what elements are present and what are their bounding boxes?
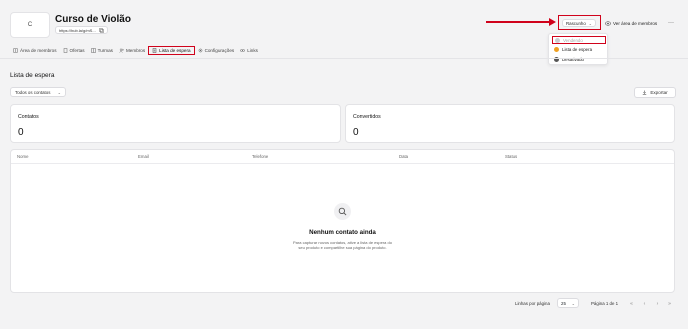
more-options-button[interactable]: ··· [665, 18, 677, 28]
tab-label: Ofertas [69, 48, 85, 53]
double-chevron-left-icon: « [630, 300, 633, 307]
chevron-down-icon: ⌄ [588, 20, 592, 26]
link-icon [240, 49, 246, 52]
status-dot-vendendo [555, 37, 560, 43]
eye-icon [605, 21, 611, 25]
tab-links[interactable]: Links [237, 46, 261, 55]
status-label: Rascunho [566, 20, 586, 26]
chevron-left-icon: ‹ [643, 300, 646, 307]
view-members-button[interactable]: Ver área de membros [605, 18, 657, 28]
contacts-stat-value: 0 [18, 127, 24, 138]
tab-lista-de-espera[interactable]: Lista de espera [148, 46, 195, 55]
copy-icon[interactable] [98, 27, 104, 33]
tab-turmas[interactable]: Turmas [88, 46, 116, 55]
course-title: Curso de Violão [55, 14, 131, 25]
course-logo: C [10, 12, 50, 38]
table-header: Nome Email Telefone Data Status [11, 150, 674, 164]
rows-per-page-select[interactable]: 25 ⌄ [557, 298, 579, 308]
converted-stat-card: Convertidos 0 [345, 104, 675, 143]
status-highlight-box: Rascunho ⌄ [558, 15, 601, 30]
status-menu-item-lista-de-espera[interactable]: Lista de espera [552, 46, 606, 54]
tab-label: Área de membros [20, 48, 57, 53]
contacts-filter-select[interactable]: Todos os contatos ⌄ [10, 87, 66, 97]
gear-icon [198, 48, 202, 53]
column-header-email[interactable]: Email [138, 154, 149, 159]
status-dropdown-button[interactable]: Rascunho ⌄ [562, 19, 596, 27]
course-url-text: https://hub.la/g/mS... [59, 27, 96, 33]
course-url-pill[interactable]: https://hub.la/g/mS... [55, 26, 108, 34]
tab-configuracoes[interactable]: Configurações [195, 46, 238, 55]
converted-stat-label: Convertidos [353, 114, 381, 120]
status-dot-lista [554, 47, 559, 52]
annotation-arrow-line [486, 21, 552, 23]
chevron-right-icon: › [656, 300, 659, 307]
status-menu-item-vendendo[interactable]: Vendendo [552, 36, 606, 44]
status-menu-item-desativado[interactable]: Desativado [552, 56, 606, 64]
column-header-data[interactable]: Data [399, 154, 408, 159]
column-header-nome[interactable]: Nome [17, 154, 28, 159]
annotation-arrow-head [549, 18, 556, 26]
tab-label: Turmas [97, 48, 113, 53]
contacts-stat-card: Contatos 0 [10, 104, 341, 143]
users-icon [119, 48, 124, 53]
tab-membros[interactable]: Membros [116, 46, 148, 55]
list-icon [152, 48, 157, 53]
export-button[interactable]: Exportar [634, 87, 676, 98]
tab-label: Configurações [204, 48, 235, 53]
column-header-telefone[interactable]: Telefone [252, 154, 268, 159]
search-icon [338, 207, 347, 216]
view-members-label: Ver área de membros [613, 20, 658, 26]
status-menu: Vendendo Lista de espera Desativado [548, 33, 608, 65]
tab-label: Lista de espera [159, 48, 191, 53]
more-label: ··· [668, 20, 674, 26]
tab-label: Membros [125, 48, 146, 53]
double-chevron-right-icon: » [668, 300, 671, 307]
filter-value: Todos os contatos [15, 89, 51, 95]
empty-state-search-icon [334, 203, 351, 220]
first-page-button[interactable]: « [627, 299, 636, 308]
section-title: Lista de espera [10, 72, 55, 79]
converted-stat-value: 0 [353, 127, 359, 138]
waitlist-table: Nome Email Telefone Data Status Nenhum c… [10, 149, 675, 293]
contacts-stat-label: Contatos [18, 114, 39, 120]
export-label: Exportar [650, 90, 668, 95]
rows-per-page-label: Linhas por página [515, 301, 550, 306]
empty-state-description: Para capturar novos contatos, ative a li… [293, 240, 392, 251]
column-header-status[interactable]: Status [505, 154, 517, 159]
download-icon [643, 90, 647, 95]
prev-page-button[interactable]: ‹ [640, 299, 649, 308]
tab-label: Links [247, 48, 258, 53]
page-info: Página 1 de 1 [591, 301, 619, 306]
tab-area-de-membros[interactable]: Área de membros [10, 46, 60, 55]
chevron-down-icon: ⌄ [571, 300, 575, 306]
tab-divider [0, 58, 688, 59]
tab-ofertas[interactable]: Ofertas [60, 46, 88, 55]
last-page-button[interactable]: » [665, 299, 674, 308]
chevron-down-icon: ⌄ [57, 89, 61, 95]
document-icon [63, 48, 67, 53]
status-menu-label: Lista de espera [562, 47, 593, 52]
book-icon [13, 48, 18, 53]
status-menu-label: Vendendo [563, 37, 583, 43]
columns-icon [90, 48, 96, 53]
rows-per-page-value: 25 [561, 300, 566, 306]
tab-bar: Área de membros Ofertas Turmas Membros L… [10, 46, 261, 55]
next-page-button[interactable]: › [653, 299, 662, 308]
empty-state-title: Nenhum contato ainda [309, 229, 376, 236]
course-logo-letter: C [27, 22, 33, 28]
